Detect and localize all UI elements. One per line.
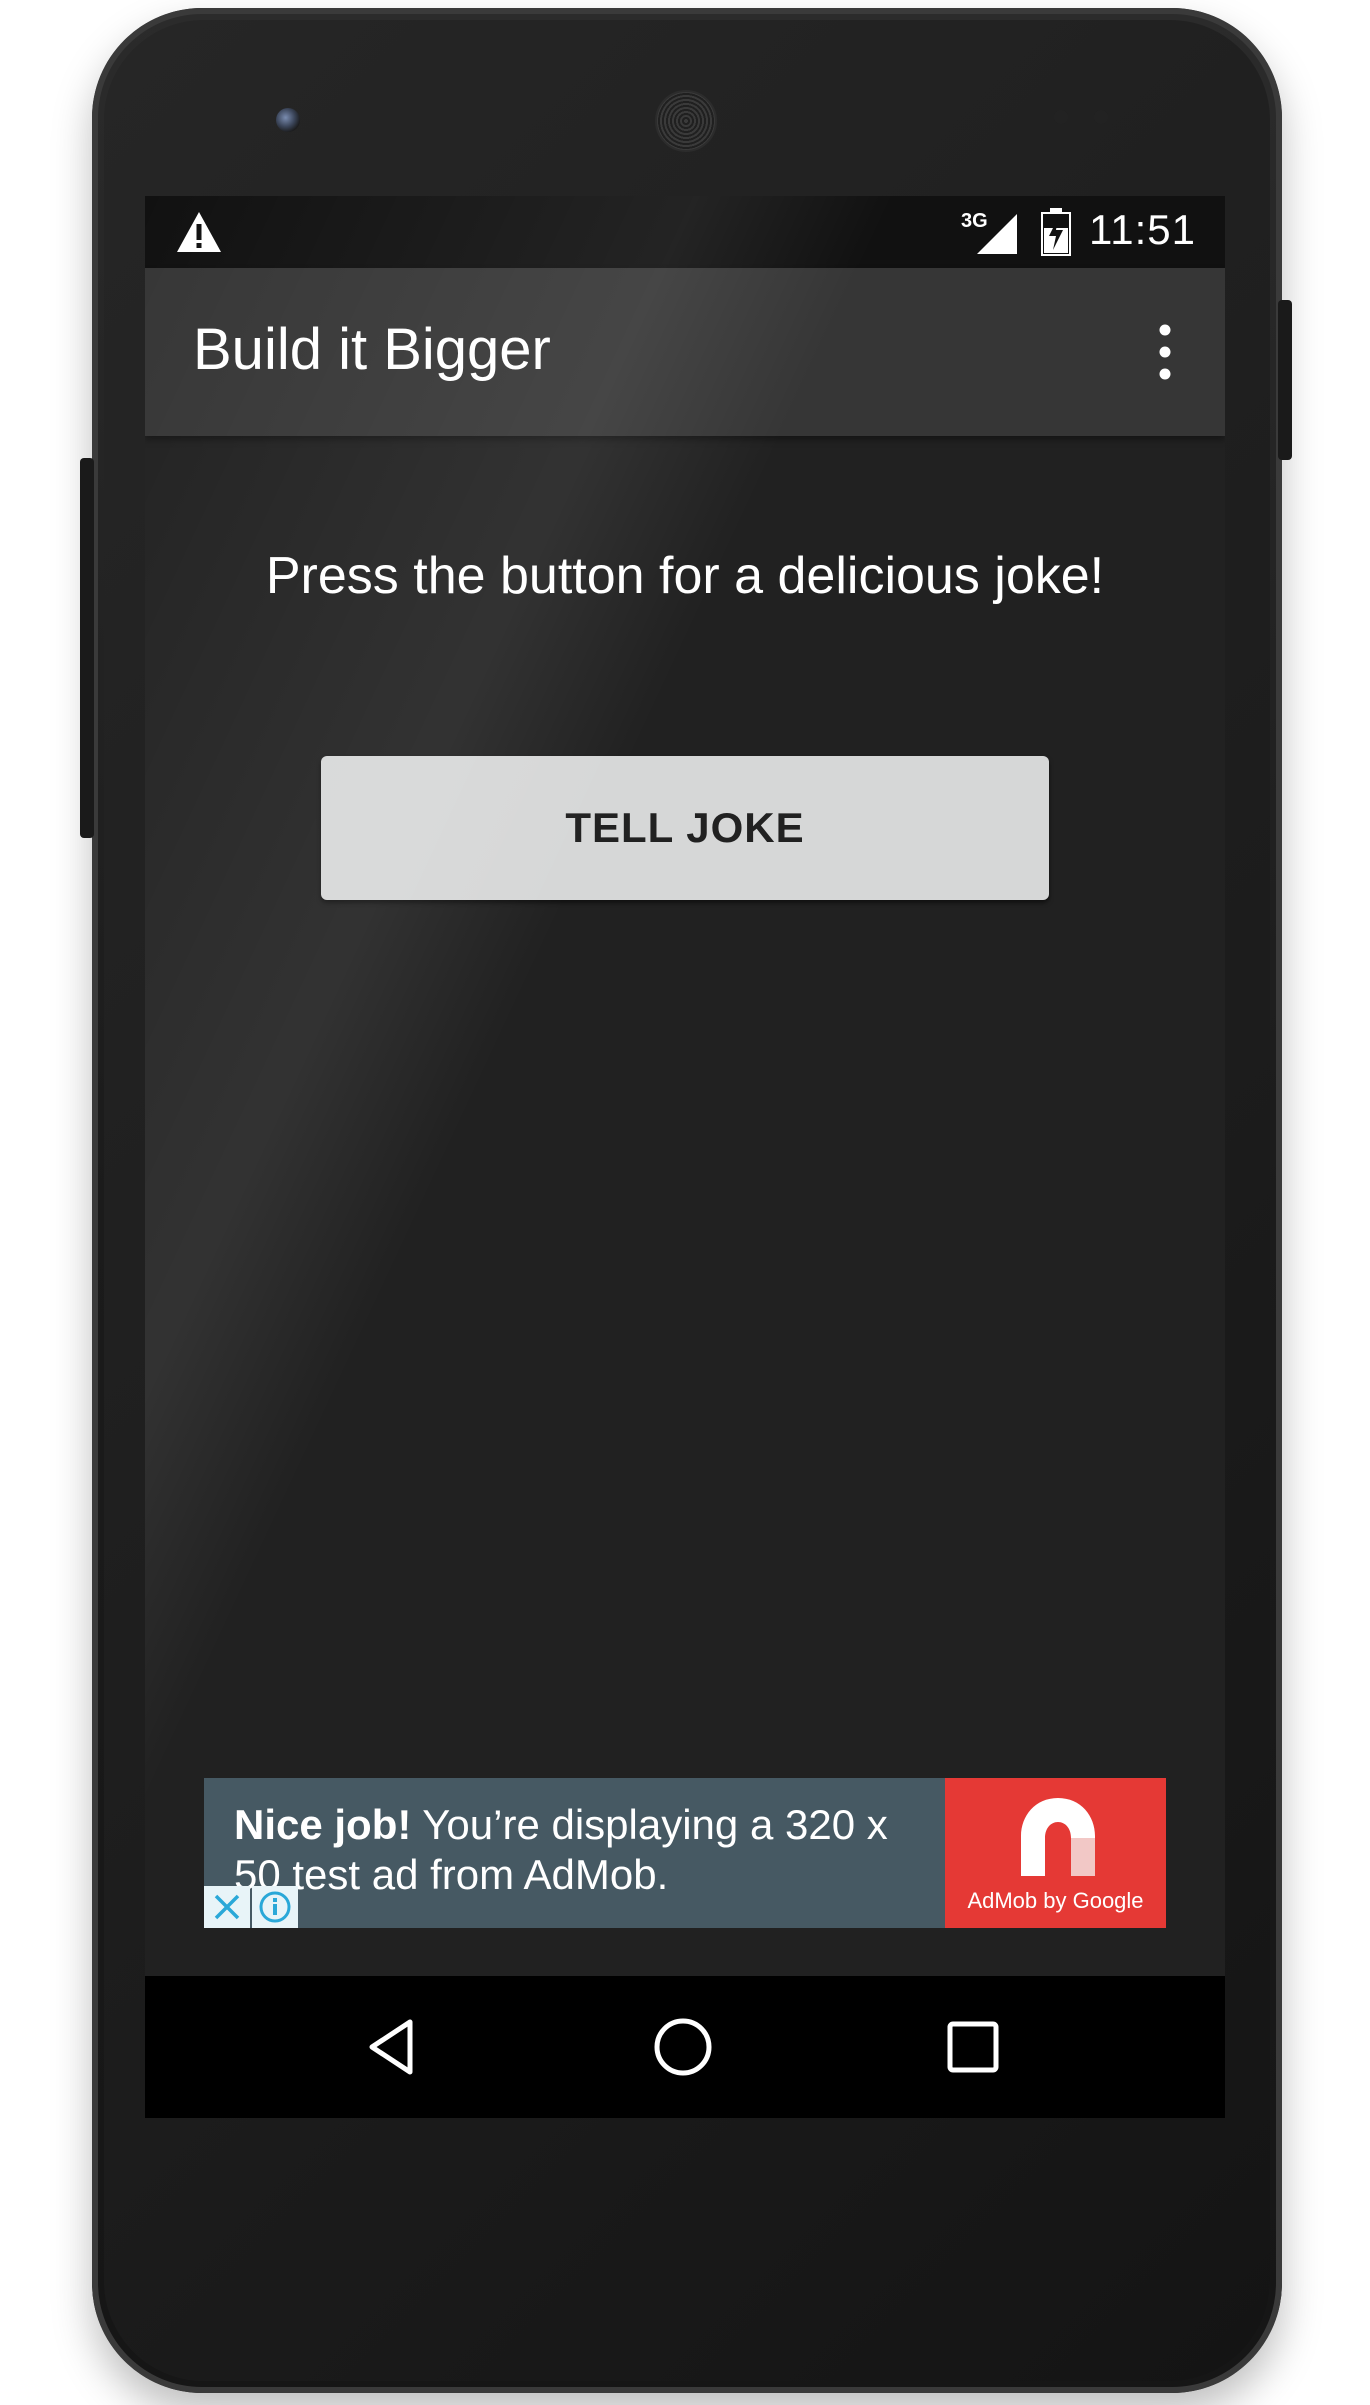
warning-icon	[177, 212, 221, 252]
app-title: Build it Bigger	[193, 317, 551, 382]
battery-charging-icon	[1041, 208, 1071, 256]
admob-logo-icon	[1021, 1798, 1095, 1876]
app-bar: Build it Bigger	[145, 268, 1225, 436]
front-camera	[276, 108, 300, 132]
navigation-bar	[145, 1976, 1225, 2118]
status-bar: 3G 11:51	[145, 196, 1225, 268]
earpiece-speaker	[655, 90, 717, 152]
volume-button	[80, 458, 94, 838]
tell-joke-button[interactable]: TELL JOKE	[321, 756, 1049, 900]
joke-prompt-text: Press the button for a delicious joke!	[265, 547, 1105, 605]
light-sensor	[1094, 110, 1108, 124]
ad-banner[interactable]: Nice job! You’re displaying a 320 x 50 t…	[204, 1778, 1166, 1928]
home-icon[interactable]	[650, 2014, 716, 2080]
admob-brand-text: AdMob by Google	[967, 1888, 1144, 1913]
device-screen: 3G 11:51 Build it Bigger Press the butto…	[145, 196, 1225, 2118]
power-button	[1278, 300, 1292, 460]
ad-close-icon[interactable]	[204, 1886, 250, 1928]
ad-info-icon[interactable]	[252, 1886, 298, 1928]
status-clock: 11:51	[1089, 206, 1196, 253]
admob-logo-panel: AdMob by Google	[945, 1778, 1166, 1928]
signal-icon	[977, 214, 1017, 254]
ad-headline: Nice job! You’re displaying a 320 x 50 t…	[234, 1800, 934, 1900]
overflow-menu-icon[interactable]	[1145, 312, 1185, 392]
proximity-sensor	[1054, 110, 1068, 124]
ad-headline-bold: Nice job!	[234, 1801, 412, 1848]
back-icon[interactable]	[360, 2014, 426, 2080]
recents-icon[interactable]	[940, 2014, 1006, 2080]
